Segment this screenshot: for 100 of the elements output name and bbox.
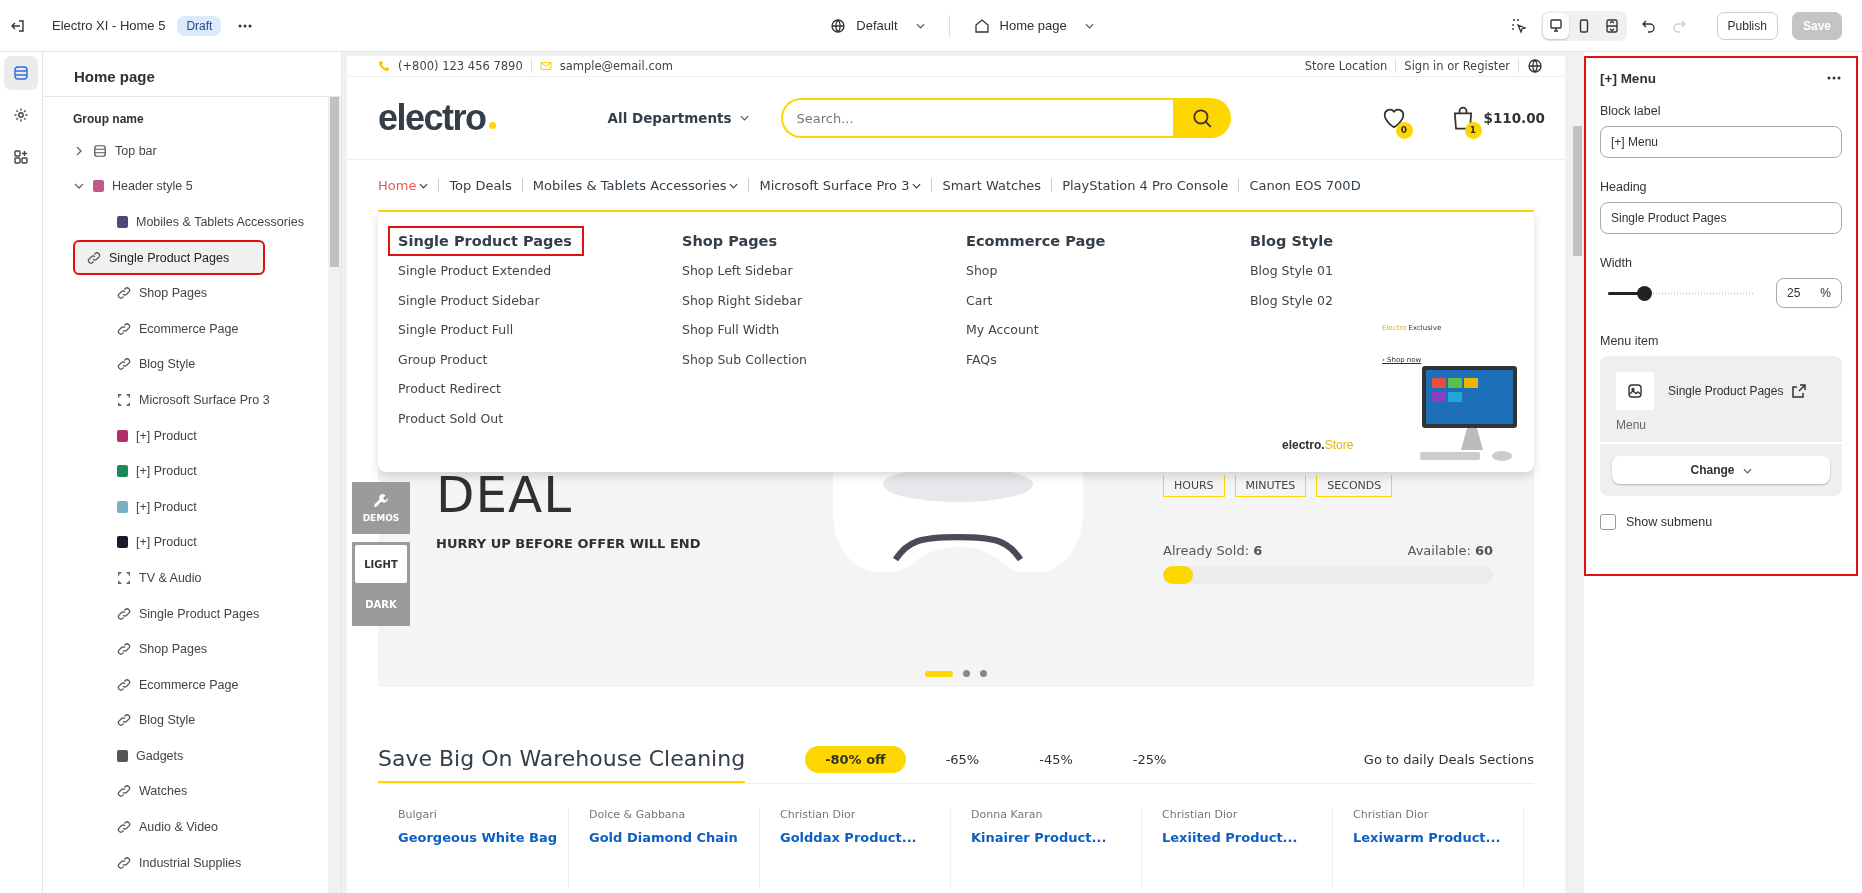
slide-dot[interactable] xyxy=(980,670,987,677)
layers-icon xyxy=(13,65,29,81)
menu-link[interactable]: Shop Right Sidebar xyxy=(682,292,966,322)
tree-item[interactable]: [+] Product xyxy=(73,488,314,525)
width-field[interactable]: 25 % xyxy=(1776,278,1842,308)
site-name: Electro XI - Home 5 xyxy=(52,18,166,33)
discount-tab[interactable]: -65% xyxy=(925,745,1000,773)
menu-link[interactable]: Product Sold Out xyxy=(398,410,682,440)
tree-item[interactable]: Blog Style xyxy=(73,346,314,383)
tree-item[interactable]: Shop Pages xyxy=(73,275,314,311)
fit-height-icon xyxy=(1603,17,1620,34)
scrollbar[interactable] xyxy=(328,97,341,893)
menu-link[interactable]: Single Product Extended xyxy=(398,263,682,293)
nav-link[interactable]: Canon EOS 700D xyxy=(1249,177,1361,193)
tree-item[interactable]: Single Product Pages xyxy=(73,595,314,632)
apps-icon xyxy=(13,149,29,165)
menu-link[interactable]: FAQs xyxy=(966,351,1250,381)
globe-icon[interactable] xyxy=(1527,58,1543,74)
menu-link[interactable]: Single Product Sidebar xyxy=(398,292,682,322)
sign-in-link[interactable]: Sign in or Register xyxy=(1404,59,1510,73)
tree-item[interactable]: Ecommerce Page xyxy=(73,310,314,347)
menu-link[interactable]: Shop Sub Collection xyxy=(682,351,966,381)
tree-item[interactable]: Industrial Supplies xyxy=(73,844,314,881)
menu-link[interactable]: Product Redirect xyxy=(398,381,682,411)
nav-link[interactable]: Home xyxy=(378,177,429,193)
hero-title: DEAL xyxy=(436,470,574,520)
frame-icon xyxy=(117,392,131,407)
tree-item[interactable]: Microsoft Surface Pro 3 xyxy=(73,382,314,418)
menu-heading[interactable]: Ecommerce Page xyxy=(966,228,1116,254)
menu-heading[interactable]: Blog Style xyxy=(1250,228,1344,254)
tree-item[interactable]: Gadgets xyxy=(73,738,314,774)
sections-button[interactable] xyxy=(4,56,38,90)
text-field[interactable]: Single Product Pages xyxy=(1600,202,1842,234)
product-name[interactable]: Gold Diamond Chain xyxy=(589,830,759,845)
link-icon xyxy=(117,286,131,301)
menu-link[interactable]: Shop xyxy=(966,263,1250,293)
nav-link[interactable]: Smart Watches xyxy=(942,177,1042,193)
change-button[interactable]: Change xyxy=(1612,456,1830,484)
caret-icon[interactable] xyxy=(76,145,82,156)
search-icon xyxy=(1190,107,1213,129)
tree-item[interactable]: Single Product Pages xyxy=(73,239,266,276)
link-icon xyxy=(117,606,131,621)
menu-link[interactable]: Group Product xyxy=(398,351,682,381)
tree-item[interactable]: Ecommerce Page xyxy=(73,666,314,703)
tree-item[interactable]: Watches xyxy=(73,773,314,810)
discount-tab[interactable]: -25% xyxy=(1112,745,1187,773)
nav-link[interactable]: Microsoft Surface Pro 3 xyxy=(759,177,922,193)
search-button[interactable] xyxy=(1172,98,1231,138)
product-name[interactable]: Golddax Product... xyxy=(780,830,950,845)
store-logo[interactable]: electro xyxy=(378,97,496,139)
select-icon[interactable] xyxy=(1510,17,1527,34)
desktop-view-button[interactable] xyxy=(1542,12,1569,39)
menu-heading[interactable]: Shop Pages xyxy=(682,228,788,254)
publish-button[interactable]: Publish xyxy=(1716,11,1778,40)
nav-link[interactable]: Mobiles & Tablets Accessories xyxy=(532,177,739,193)
menu-link[interactable]: Blog Style 01 xyxy=(1250,263,1534,293)
menu-link[interactable]: Blog Style 02 xyxy=(1250,292,1534,322)
discount-tab[interactable]: -80% off xyxy=(805,745,906,773)
store-location-link[interactable]: Store Location xyxy=(1304,59,1388,73)
search-field[interactable]: Search... xyxy=(780,98,1173,138)
slide-dot[interactable] xyxy=(963,670,970,677)
checkbox[interactable] xyxy=(1600,514,1616,530)
tree-item[interactable]: Top bar xyxy=(73,133,314,169)
deals-link[interactable]: Go to daily Deals Sections xyxy=(1363,751,1534,767)
menu-link[interactable]: Shop Full Width xyxy=(682,322,966,352)
menu-heading[interactable]: Single Product Pages xyxy=(390,228,582,254)
menu-link[interactable]: Cart xyxy=(966,292,1250,322)
theme-dropdown[interactable]: Default xyxy=(830,17,925,34)
tree-item[interactable]: Header style 5 xyxy=(73,168,314,205)
tree-item[interactable]: Audio & Video xyxy=(73,809,314,845)
nav-link[interactable]: Top Deals xyxy=(449,177,512,193)
text-field[interactable]: [+] Menu xyxy=(1600,126,1842,158)
tree-item[interactable]: Shop Pages xyxy=(73,631,314,667)
menu-link[interactable]: My Account xyxy=(966,322,1250,352)
menu-link[interactable]: Single Product Full xyxy=(398,322,682,352)
tree-item[interactable]: [+] Product xyxy=(73,453,314,489)
product-name[interactable]: Lexiited Product... xyxy=(1162,830,1332,845)
external-link-icon[interactable] xyxy=(1791,383,1808,399)
nav-link[interactable]: PlayStation 4 Pro Console xyxy=(1062,177,1229,193)
frame-icon xyxy=(117,570,131,585)
tree-item[interactable]: TV & Audio xyxy=(73,560,314,596)
tree-item[interactable]: [+] Product xyxy=(73,417,314,454)
product-name[interactable]: Georgeous White Bag xyxy=(398,830,568,845)
tree-item[interactable]: [+] Product xyxy=(73,524,314,561)
theme-mode-button[interactable]: LIGHT xyxy=(355,545,407,583)
exit-icon[interactable] xyxy=(10,17,26,34)
tree-item[interactable]: Mobiles & Tablets Accessories xyxy=(73,204,314,240)
product-name[interactable]: Lexiwarm Product... xyxy=(1353,830,1523,845)
link-icon xyxy=(117,357,131,372)
tree-item[interactable]: Blog Style xyxy=(73,702,314,739)
menu-item-name[interactable]: Single Product Pages xyxy=(1668,384,1784,398)
menu-link[interactable]: Shop Left Sidebar xyxy=(682,263,966,293)
chevron-down-icon xyxy=(739,115,749,121)
caret-icon[interactable] xyxy=(74,183,84,190)
page-dropdown[interactable]: Home page xyxy=(973,17,1094,34)
product-name[interactable]: Kinairer Product... xyxy=(971,830,1141,845)
discount-tab[interactable]: -45% xyxy=(1019,745,1093,773)
departments-dropdown[interactable]: All Departments xyxy=(607,110,749,126)
chevron-down-icon xyxy=(1742,467,1752,474)
link-icon xyxy=(117,855,131,870)
